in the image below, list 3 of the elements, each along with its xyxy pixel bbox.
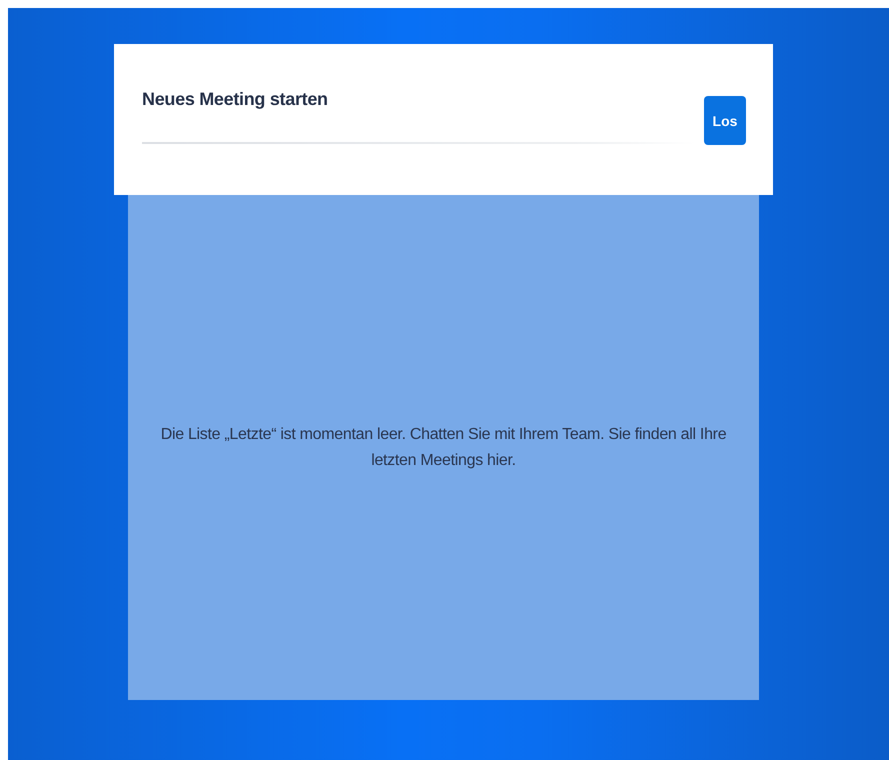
go-button[interactable]: Los bbox=[704, 96, 746, 145]
empty-message: Die Liste „Letzte“ ist momentan leer. Chatten Sie mit Ihrem Team. Sie finden all Ihre letzten Meetings hier. bbox=[160, 424, 728, 470]
header-title: Neues Meeting starten bbox=[142, 89, 329, 110]
